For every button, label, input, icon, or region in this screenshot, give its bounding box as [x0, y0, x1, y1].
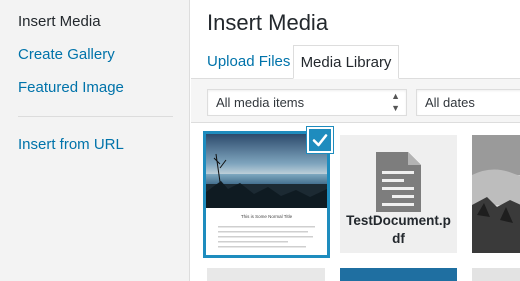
sidebar-item-featured-image[interactable]: Featured Image [18, 78, 124, 98]
media-type-filter-value: All media items [216, 95, 305, 110]
document-filename: TestDocument.p df [340, 212, 457, 248]
media-type-filter-select[interactable]: All media items ▲ ▼ [207, 89, 407, 116]
attachment-photo-partial[interactable] [472, 135, 520, 253]
select-arrows-icon: ▲ ▼ [391, 91, 400, 113]
tab-media-library[interactable]: Media Library [293, 45, 399, 79]
foggy-photo-thumbnail [472, 135, 520, 253]
date-filter-value: All dates [425, 95, 475, 110]
thumbnail-title-text: This is Some Normal Title [240, 214, 293, 219]
sidebar-separator [18, 116, 173, 117]
attachment-row2-3[interactable] [472, 268, 520, 281]
document-filename-line2: df [392, 231, 405, 246]
frame-title: Insert Media [207, 10, 329, 35]
selected-check-button[interactable] [307, 127, 333, 153]
tab-upload-files[interactable]: Upload Files [200, 45, 297, 79]
document-filename-line1: TestDocument.p [346, 213, 451, 228]
media-menu-sidebar: Insert Media Create Gallery Featured Ima… [0, 0, 190, 281]
attachment-row2-2[interactable] [340, 268, 457, 281]
date-filter-select[interactable]: All dates [416, 89, 520, 116]
document-file-icon [376, 152, 421, 212]
sidebar-item-insert-from-url[interactable]: Insert from URL [18, 135, 124, 155]
checkmark-icon [312, 134, 328, 147]
sidebar-item-create-gallery[interactable]: Create Gallery [18, 45, 115, 65]
attachment-row2-1[interactable] [207, 268, 325, 281]
sidebar-item-insert-media[interactable]: Insert Media [18, 12, 101, 32]
